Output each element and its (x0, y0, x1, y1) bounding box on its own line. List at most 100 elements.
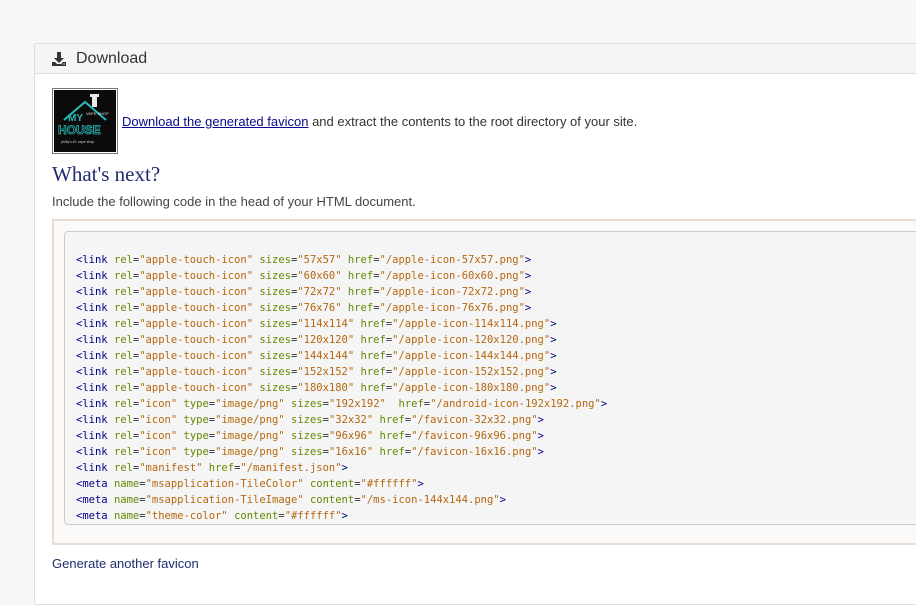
code-attr-name: sizes (259, 382, 291, 394)
code-attr-value: "msapplication-TileColor" (145, 478, 304, 490)
logo-house: HOUSE (58, 123, 101, 137)
code-attr-value: "/apple-icon-76x76.png" (379, 302, 525, 314)
code-attr-value: "theme-color" (145, 510, 228, 522)
code-attr-value: "60x60" (297, 270, 342, 282)
code-tag: <link (76, 366, 108, 378)
code-attr-value: "152x152" (297, 366, 355, 378)
code-attr-value: "180x180" (297, 382, 355, 394)
code-tag-close: > (550, 318, 557, 330)
code-attr-value: "icon" (139, 414, 178, 426)
code-attr-value: "57x57" (297, 254, 342, 266)
code-line: <link rel="icon" type="image/png" sizes=… (76, 414, 544, 426)
code-tag: <link (76, 398, 108, 410)
code-attr-name: rel (113, 318, 133, 330)
code-attr-name: href (379, 414, 405, 426)
code-attr-name: rel (113, 350, 133, 362)
code-tag: <link (76, 414, 108, 426)
code-tag: <link (76, 430, 108, 442)
code-attr-value: "16x16" (328, 446, 374, 458)
code-tag-close: > (550, 350, 557, 362)
code-attr-name: name (113, 510, 140, 522)
code-line: <meta name="msapplication-TileColor" con… (76, 478, 424, 490)
code-line: <link rel="apple-touch-icon" sizes="72x7… (76, 286, 532, 298)
code-attr-name: rel (113, 398, 133, 410)
code-tag-close: > (537, 446, 544, 458)
code-tag-close: > (537, 414, 544, 426)
code-attr-name: sizes (291, 446, 323, 458)
code-attr-name: href (360, 318, 386, 330)
code-tag-close: > (550, 366, 557, 378)
code-tag-close: > (550, 334, 557, 346)
code-attr-name: sizes (259, 350, 291, 362)
code-attr-value: "image/png" (215, 414, 285, 426)
generate-another-favicon-link[interactable]: Generate another favicon (52, 556, 199, 571)
code-attr-name: rel (113, 254, 133, 266)
code-attr-name: sizes (259, 270, 291, 282)
code-line: <meta name="msapplication-TileImage" con… (76, 494, 506, 506)
code-attr-value: "apple-touch-icon" (139, 366, 254, 378)
logo-caption: philly's #1 vape shop (61, 140, 94, 144)
code-tag-close: > (524, 302, 532, 314)
code-line: <link rel="apple-touch-icon" sizes="114x… (76, 318, 557, 330)
panel-heading: Download (35, 44, 916, 74)
code-attr-name: href (347, 270, 374, 282)
code-attr-name: content (309, 494, 355, 506)
code-tag-close: > (341, 510, 348, 522)
code-line: <link rel="apple-touch-icon" sizes="144x… (76, 350, 557, 362)
code-tag-close: > (341, 462, 348, 474)
code-attr-value: "apple-touch-icon" (139, 318, 254, 330)
code-attr-value: "120x120" (297, 334, 355, 346)
code-line: <link rel="apple-touch-icon" sizes="57x5… (76, 254, 532, 266)
code-attr-value: "/apple-icon-114x114.png" (392, 318, 551, 330)
code-attr-name: rel (113, 446, 133, 458)
code-tag: <link (76, 254, 108, 266)
code-line: <link rel="icon" type="image/png" sizes=… (76, 430, 544, 442)
code-tag: <link (76, 382, 108, 394)
code-attr-value: "icon" (139, 430, 178, 442)
code-attr-value: "144x144" (297, 350, 355, 362)
download-panel: Download MY VAPE SHOP HOUSE philly's #1 … (34, 43, 916, 605)
code-attr-name: href (398, 398, 424, 410)
code-attr-value: "/apple-icon-60x60.png" (379, 270, 525, 282)
code-attr-name: sizes (259, 286, 291, 298)
code-tag: <link (76, 286, 108, 298)
code-tag: <link (76, 446, 108, 458)
code-tag: <link (76, 302, 108, 314)
code-attr-value: "apple-touch-icon" (139, 270, 254, 282)
code-attr-name: href (208, 462, 235, 474)
code-attr-name: type (183, 430, 209, 442)
whats-next-heading: What's next? (52, 162, 161, 186)
code-block[interactable]: <link rel="apple-touch-icon" sizes="57x5… (64, 231, 916, 525)
code-tag-close: > (524, 270, 532, 282)
code-attr-name: sizes (259, 334, 291, 346)
code-attr-value: "apple-touch-icon" (139, 334, 254, 346)
code-attr-value: "/apple-icon-57x57.png" (379, 254, 525, 266)
code-attr-value: "72x72" (297, 286, 342, 298)
intro-text: Download the generated favicon and extra… (122, 114, 637, 129)
code-attr-value: "/apple-icon-144x144.png" (392, 350, 551, 362)
code-line: <link rel="manifest" href="/manifest.jso… (76, 462, 348, 474)
code-tag-close: > (550, 382, 557, 394)
code-line: <link rel="apple-touch-icon" sizes="60x6… (76, 270, 532, 282)
instruction-text: Include the following code in the head o… (52, 194, 416, 209)
code-attr-value: "/android-icon-192x192.png" (430, 398, 601, 410)
code-attr-value: "apple-touch-icon" (139, 286, 254, 298)
code-frame: <link rel="apple-touch-icon" sizes="57x5… (52, 219, 916, 545)
code-attr-name: href (360, 382, 386, 394)
code-attr-value: "114x114" (297, 318, 355, 330)
code-tag-close: > (537, 430, 544, 442)
code-attr-value: "icon" (139, 398, 178, 410)
code-attr-name: href (360, 334, 386, 346)
download-intro: MY VAPE SHOP HOUSE philly's #1 vape shop… (52, 88, 637, 154)
code-line: <link rel="apple-touch-icon" sizes="76x7… (76, 302, 532, 314)
code-attr-name: sizes (259, 302, 291, 314)
code-attr-value: "#ffffff" (360, 478, 418, 490)
code-attr-value: "76x76" (297, 302, 342, 314)
code-tag: <link (76, 334, 108, 346)
code-attr-name: rel (113, 270, 133, 282)
code-attr-name: rel (113, 286, 133, 298)
code-attr-name: href (347, 286, 374, 298)
code-attr-name: href (347, 302, 374, 314)
logo-vape-shop: VAPE SHOP (86, 111, 109, 116)
download-favicon-link[interactable]: Download the generated favicon (122, 114, 308, 129)
